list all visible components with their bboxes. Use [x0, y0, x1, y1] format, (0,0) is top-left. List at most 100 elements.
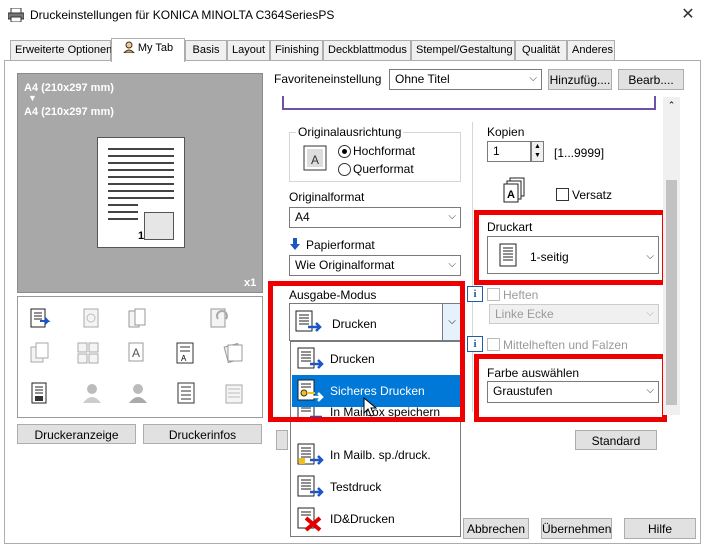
- tab-cover-mode[interactable]: Deckblattmodus: [323, 40, 411, 61]
- edit-favorite-button[interactable]: Bearb....: [618, 69, 684, 90]
- collate-checkbox[interactable]: [556, 188, 569, 201]
- orientation-label: Originalausrichtung: [296, 125, 404, 139]
- svg-text:A: A: [132, 346, 140, 360]
- chevron-down-icon: ⌵: [646, 251, 654, 262]
- user-auth-icon: [83, 384, 101, 403]
- log-icon: [177, 382, 195, 404]
- close-icon[interactable]: ✕: [678, 4, 698, 26]
- proof-print-icon: [297, 475, 324, 497]
- portrait-label: Hochformat: [353, 144, 416, 158]
- copies-label: Kopien: [487, 125, 525, 139]
- print-type-label: Druckart: [487, 220, 533, 234]
- overlay-icon: [83, 308, 99, 328]
- paper-format-select[interactable]: Wie Originalformat ⌵: [289, 255, 461, 276]
- info-icon[interactable]: i: [467, 336, 483, 352]
- chevron-down-icon: ⌵: [448, 211, 456, 222]
- color-label: Farbe auswählen: [487, 366, 580, 380]
- font-icon: A: [128, 342, 144, 362]
- tab-other[interactable]: Anderes: [567, 40, 615, 61]
- mailbox-save-print-icon: [297, 443, 324, 465]
- stamp-box: [144, 212, 174, 240]
- center-staple-checkbox[interactable]: [487, 338, 500, 351]
- chevron-down-icon: ⌵: [448, 259, 456, 270]
- tab-layout[interactable]: Layout: [227, 40, 270, 61]
- target-size-label: A4 (210x297 mm): [24, 106, 114, 118]
- page-number: 1: [138, 230, 145, 242]
- tab-advanced-options[interactable]: Erweiterte Optionen: [10, 40, 112, 61]
- rotate-icon: [210, 308, 228, 328]
- print-type-value: 1-seitig: [530, 250, 569, 264]
- scroll-up-icon[interactable]: ⌃: [666, 100, 677, 112]
- print-type-select[interactable]: 1-seitig ⌵: [487, 236, 659, 274]
- svg-text:A: A: [181, 354, 187, 363]
- booklet-icon: [128, 308, 146, 328]
- tab-stamp[interactable]: Stempel/Gestaltung: [411, 40, 515, 61]
- id-print-icon: [297, 507, 322, 532]
- add-favorite-button[interactable]: Hinzufüg....: [548, 69, 612, 90]
- tab-quality[interactable]: Qualität: [515, 40, 567, 61]
- output-option-id-print[interactable]: ID&Drucken: [292, 503, 460, 535]
- original-format-value: A4: [295, 210, 310, 224]
- simplex-icon: [499, 243, 517, 267]
- paper-format-label: Papierformat: [306, 238, 375, 252]
- output-option-mailbox-save-print[interactable]: In Mailb. sp./druck.: [292, 439, 460, 471]
- color-select[interactable]: Graustufen ⌵: [487, 381, 659, 403]
- paper-format-value: Wie Originalformat: [295, 258, 395, 272]
- window-title: Druckeinstellungen für KONICA MINOLTA C3…: [30, 8, 335, 22]
- printer-view-button[interactable]: Druckeranzeige: [17, 424, 136, 444]
- stack-icon: [223, 342, 243, 364]
- printer-info-button[interactable]: Druckerinfos: [143, 424, 262, 444]
- account-icon: [129, 384, 147, 403]
- option-label: ID&Drucken: [330, 512, 395, 526]
- previous-group-border: [282, 96, 656, 110]
- default-button[interactable]: Standard: [575, 430, 657, 450]
- tab-my-tab[interactable]: My Tab: [111, 38, 185, 62]
- copies-icon: [30, 342, 49, 363]
- output-option-proof-print[interactable]: Testdruck: [292, 471, 460, 503]
- fax-icon: A: [176, 342, 194, 364]
- help-button[interactable]: Hilfe: [624, 518, 696, 539]
- tab-finishing[interactable]: Finishing: [270, 40, 323, 61]
- document-icon: [31, 382, 47, 404]
- staple-position-value: Linke Ecke: [495, 307, 554, 321]
- option-label: Testdruck: [330, 480, 382, 494]
- tab-label: My Tab: [137, 42, 174, 54]
- option-label: In Mailb. sp./druck.: [330, 448, 431, 462]
- paper-tray-icon: [225, 384, 243, 404]
- landscape-radio[interactable]: [338, 163, 351, 176]
- print-mode-icon: [30, 308, 51, 328]
- scrollbar-thumb[interactable]: [666, 180, 677, 405]
- svg-text:A: A: [507, 189, 515, 201]
- copies-badge: x1: [244, 277, 257, 289]
- chevron-down-icon: ⌵: [646, 308, 654, 319]
- preview-page: 1: [97, 137, 185, 248]
- tab-basis[interactable]: Basis: [185, 40, 227, 61]
- original-format-select[interactable]: A4 ⌵: [289, 207, 461, 228]
- info-icon[interactable]: i: [467, 286, 483, 302]
- chevron-down-icon: ⌵: [646, 385, 654, 396]
- staple-position-select[interactable]: Linke Ecke ⌵: [489, 304, 659, 324]
- n-up-icon: [77, 342, 99, 364]
- arrow-down-icon: ▼: [28, 93, 37, 103]
- tab-strip: Erweiterte Optionen My Tab Basis Layout …: [0, 38, 704, 62]
- portrait-radio[interactable]: [338, 145, 351, 158]
- collate-icon: A: [503, 177, 525, 203]
- staple-label: Heften: [503, 288, 539, 302]
- user-icon: [122, 41, 135, 54]
- copies-range: [1...9999]: [554, 146, 605, 160]
- portrait-page-icon: A: [303, 145, 327, 171]
- cancel-button[interactable]: Abbrechen: [463, 518, 529, 539]
- title-bar: Druckeinstellungen für KONICA MINOLTA C3…: [0, 0, 704, 31]
- favorites-select[interactable]: Ohne Titel ⌵: [389, 69, 542, 90]
- staple-checkbox[interactable]: [487, 288, 500, 301]
- copies-stepper[interactable]: ▲ ▼: [531, 141, 544, 162]
- copies-input[interactable]: 1: [487, 141, 531, 162]
- column-divider: [472, 122, 473, 412]
- copies-value: 1: [493, 144, 500, 158]
- apply-button[interactable]: Übernehmen: [541, 518, 612, 539]
- source-size-label: A4 (210x297 mm): [24, 82, 114, 94]
- collate-label: Versatz: [572, 188, 613, 202]
- small-icon-button[interactable]: [276, 430, 288, 450]
- svg-text:A: A: [311, 153, 319, 167]
- function-icons-grid: A A: [17, 296, 263, 418]
